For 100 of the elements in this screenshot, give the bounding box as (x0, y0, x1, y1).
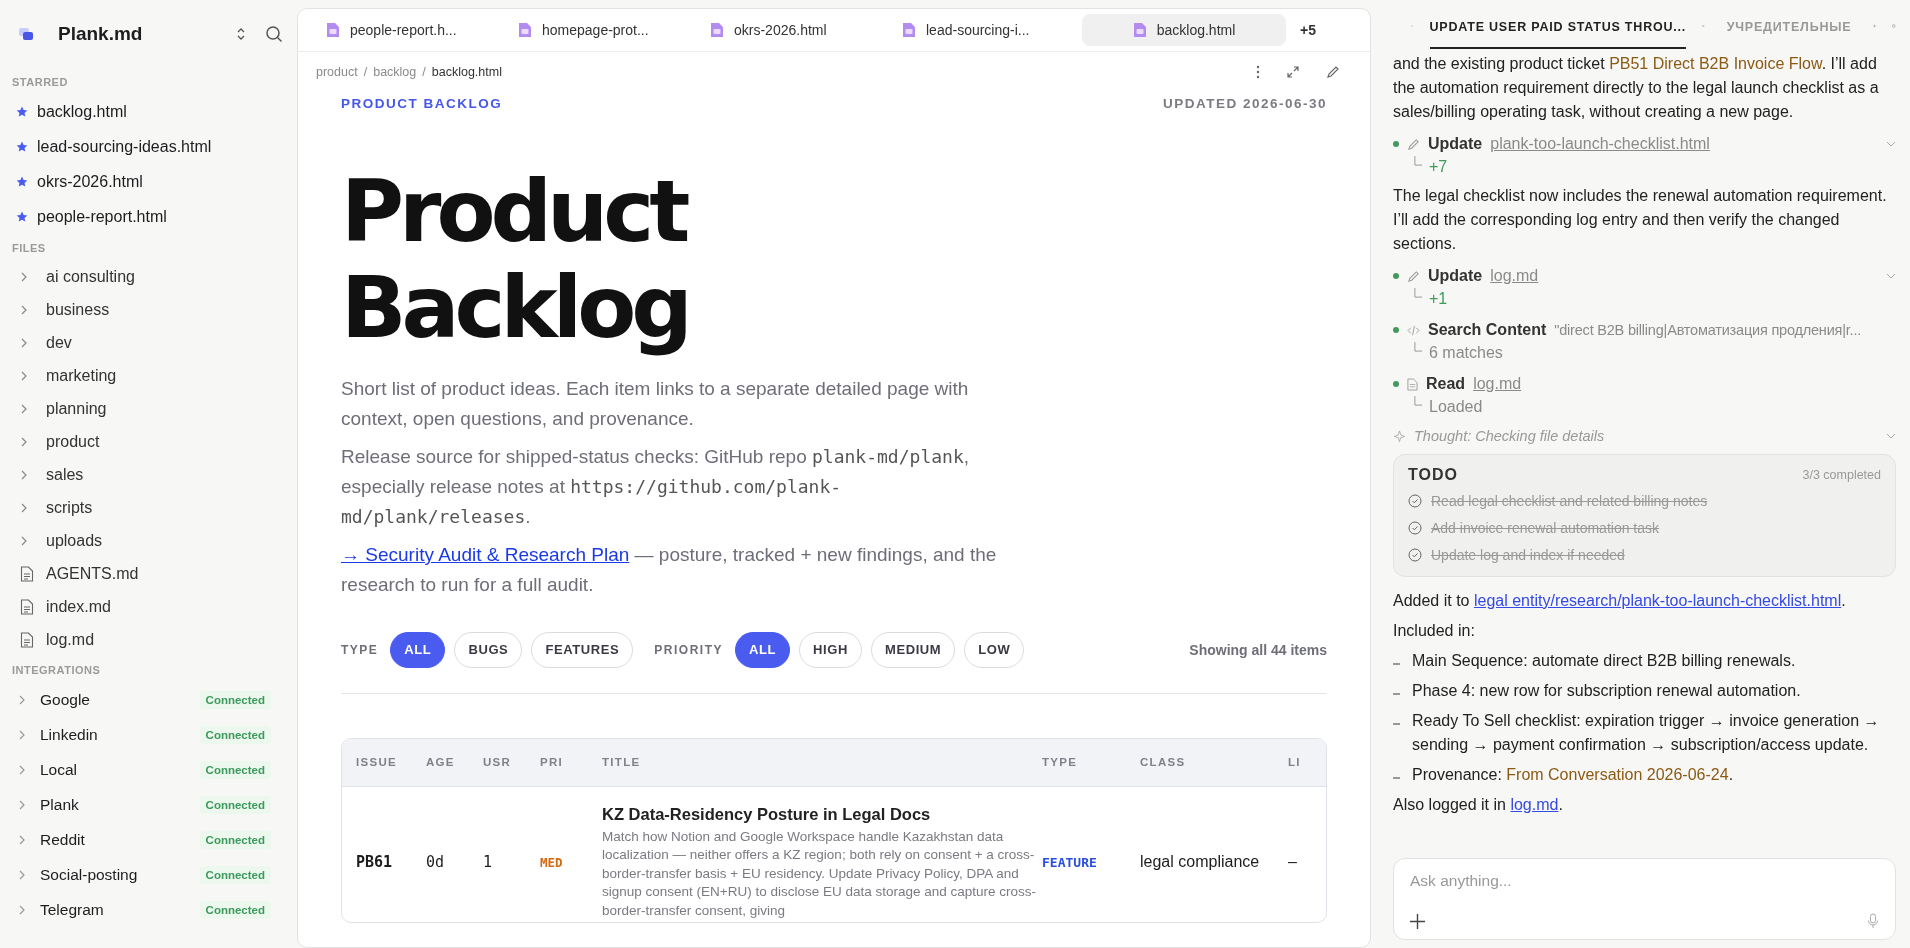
file-tree-item[interactable]: scripts (12, 491, 283, 524)
todo-summary: 3/3 completed (1802, 467, 1881, 484)
dash-bullet (1393, 723, 1400, 725)
plus-icon[interactable] (1410, 913, 1425, 929)
column-header[interactable]: USR (483, 756, 540, 769)
file-tree-item[interactable]: business (12, 293, 283, 326)
more-vertical-icon[interactable] (1256, 65, 1260, 79)
chevron-right-icon[interactable] (18, 764, 26, 775)
breadcrumb-item[interactable]: backlog.html (431, 65, 502, 79)
star-icon (16, 105, 28, 118)
integration-name[interactable]: Social-posting (40, 865, 200, 884)
issue-description: Match how Notion and Google Workspace handle Kazakhstan data localization — neither offers a KZ region; both rely on consent + a cross-border-transfer basis + EU residency. Update Privacy Policy, DPA and signup consent (EN+RU) to disclose EU data storage and capture cross-border-transfer consent, giving (602, 827, 1038, 920)
assistant-message: and the existing product ticket PB51 Direct B2B Invoice Flow. I’ll add the automation requirement directly to the legal launch checklist as a sales/billing operating task, without creating a new page. (1393, 54, 1880, 122)
chat-composer[interactable]: Ask anything... (1393, 858, 1896, 940)
file-tab[interactable]: okrs-2026.html (698, 14, 878, 46)
dash-bullet (1393, 663, 1400, 665)
file-tree-item[interactable]: AGENTS.md (12, 557, 283, 590)
file-icon (1132, 22, 1147, 38)
breadcrumb-item[interactable]: product (316, 65, 358, 79)
column-header[interactable]: PRI (540, 756, 602, 769)
chat-tab[interactable]: UPDATE USER PAID STATUS THROU... (1429, 3, 1687, 49)
starred-item[interactable]: lead-sourcing-ideas.html (12, 129, 283, 164)
file-tree-item[interactable]: index.md (12, 590, 283, 623)
pencil-icon[interactable] (1326, 65, 1340, 79)
description-paragraph: → Security Audit & Research Plan — posture, tracked + new findings, and the research to run for a full audit. (341, 542, 998, 597)
filter-chip[interactable]: MEDIUM (870, 631, 956, 668)
column-header[interactable]: TITLE (602, 756, 1042, 769)
assistant-message: Included in: (1393, 621, 1476, 641)
file-tab[interactable]: homepage-prot... (506, 14, 686, 46)
file-link[interactable]: log.md (1510, 796, 1559, 813)
column-header[interactable]: CLASS (1140, 756, 1288, 769)
code-icon (1407, 324, 1420, 336)
section-heading: INTEGRATIONS (12, 664, 102, 676)
chevron-right-icon[interactable] (18, 694, 26, 705)
file-tab[interactable]: people-report.h... (314, 14, 494, 46)
star-icon (16, 140, 28, 153)
updated-date: UPDATED 2026-06-30 (1162, 96, 1327, 111)
chevron-down-icon[interactable] (1886, 273, 1896, 279)
chevron-right-icon[interactable] (18, 904, 26, 915)
column-header[interactable]: LI (1288, 756, 1326, 769)
integration-name[interactable]: Local (40, 760, 200, 779)
status-dot-icon (1393, 141, 1399, 147)
file-tab[interactable]: lead-sourcing-i... (890, 14, 1070, 46)
integration-name[interactable]: Telegram (40, 900, 200, 919)
filter-chip[interactable]: ALL (390, 631, 446, 668)
starred-item[interactable]: people-report.html (12, 199, 283, 234)
expand-icon[interactable] (1286, 65, 1300, 79)
filter-chip[interactable]: HIGH (799, 631, 862, 668)
filter-chip[interactable]: LOW (964, 631, 1025, 668)
description-paragraph: Short list of product ideas. Each item links to a separate detailed page with context, open questions, and provenance. (341, 376, 970, 431)
status-badge: Connected (199, 795, 271, 814)
chevron-right-icon (20, 271, 28, 282)
file-tree-item[interactable]: uploads (12, 524, 283, 557)
tool-result: +7 (1429, 157, 1448, 177)
integration-name[interactable]: Plank (40, 795, 200, 814)
file-tree-item[interactable]: product (12, 425, 283, 458)
integration-name[interactable]: Google (40, 690, 200, 709)
tool-result: 6 matches (1429, 343, 1503, 363)
microphone-icon[interactable] (1867, 913, 1879, 929)
chevron-right-icon[interactable] (18, 834, 26, 845)
file-link[interactable]: legal entity/research/plank-too-launch-checklist.html (1473, 592, 1842, 609)
workspace-name[interactable]: Plank.md (58, 23, 217, 45)
file-tree-item[interactable]: sales (12, 458, 283, 491)
security-audit-link[interactable]: → Security Audit & Research Plan (341, 543, 630, 565)
column-header[interactable]: ISSUE (342, 756, 426, 769)
chevron-right-icon[interactable] (18, 799, 26, 810)
file-tree-item[interactable]: log.md (12, 623, 283, 656)
starred-item[interactable]: okrs-2026.html (12, 164, 283, 199)
file-tree-item[interactable]: dev (12, 326, 283, 359)
filter-chip[interactable]: FEATURES (531, 631, 634, 668)
file-tab[interactable]: backlog.html (1082, 14, 1286, 46)
column-header[interactable]: AGE (426, 756, 483, 769)
issue-title[interactable]: KZ Data-Residency Posture in Legal Docs (602, 804, 1042, 824)
integration-name[interactable]: Linkedin (40, 725, 200, 744)
filter-label: TYPE (341, 642, 379, 657)
column-header[interactable]: TYPE (1042, 756, 1140, 769)
more-tabs-link[interactable]: +5 (1300, 22, 1316, 38)
chevron-down-icon[interactable] (1886, 141, 1896, 147)
integration-name[interactable]: Reddit (40, 830, 200, 849)
filter-chip[interactable]: ALL (734, 631, 791, 668)
file-tree-item[interactable]: planning (12, 392, 283, 425)
file-tree-item[interactable]: ai consulting (12, 260, 283, 293)
page-title: Product (341, 163, 686, 260)
branch-corner-icon (1414, 288, 1423, 299)
chevron-down-icon[interactable] (1886, 433, 1896, 439)
description-paragraph: Release source for shipped-status checks: GitHub repo plank-md/plank, especially release notes at https://github.com/plank-md/plank/releases. (341, 444, 970, 529)
chevron-right-icon[interactable] (18, 729, 26, 740)
file-tree-item[interactable]: marketing (12, 359, 283, 392)
assistant-message: Added it to legal entity/research/plank-too-launch-checklist.html. (1393, 591, 1847, 611)
todo-title: TODO (1408, 465, 1458, 485)
chevron-right-icon[interactable] (18, 869, 26, 880)
assistant-message: Also logged it in log.md. (1393, 795, 1564, 815)
chat-input[interactable]: Ask anything... (1410, 869, 1879, 893)
list-item: Ready To Sell checklist: expiration trigger → invoice generation → sending → payment confirmation → subscription/access update. (1412, 711, 1881, 755)
priority-label: MED (540, 854, 564, 870)
search-icon[interactable] (265, 25, 283, 43)
starred-item[interactable]: backlog.html (12, 94, 283, 129)
breadcrumb-item[interactable]: backlog (373, 65, 417, 79)
filter-chip[interactable]: BUGS (454, 631, 523, 668)
tool-action: Read (1426, 374, 1466, 394)
